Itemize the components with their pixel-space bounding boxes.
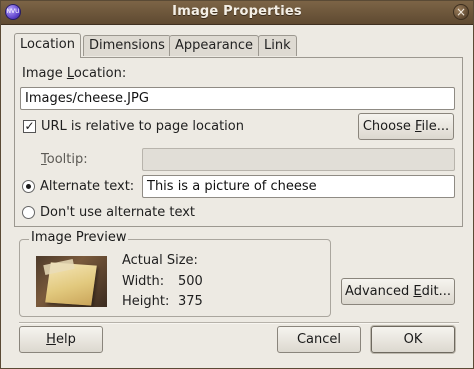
choose-file-button[interactable]: Choose File... (358, 113, 454, 140)
width-value: 500 (178, 274, 203, 289)
tooltip-label: Tooltip: (41, 152, 88, 167)
advanced-edit-button[interactable]: Advanced Edit... (341, 278, 455, 305)
image-location-label: Image Location: (22, 66, 127, 81)
close-icon[interactable]: × (453, 4, 469, 20)
tooltip-field[interactable] (142, 148, 455, 171)
no-alternate-text-label[interactable]: Don't use alternate text (40, 205, 195, 220)
tab-appearance[interactable]: Appearance (169, 35, 260, 56)
actual-size-label: Actual Size: (122, 253, 198, 268)
url-relative-label[interactable]: URL is relative to page location (41, 119, 244, 134)
height-value: 375 (178, 294, 203, 309)
image-preview-title: Image Preview (29, 230, 129, 245)
cancel-button[interactable]: Cancel (277, 326, 361, 353)
alternate-text-radio[interactable] (22, 180, 35, 193)
image-properties-dialog: NVU Image Properties × Location Dimensio… (0, 0, 474, 369)
no-alternate-text-radio[interactable] (22, 206, 35, 219)
tab-link[interactable]: Link (258, 35, 297, 56)
ok-button[interactable]: OK (371, 326, 455, 353)
tab-location[interactable]: Location (14, 33, 81, 58)
bottom-separator (19, 322, 459, 324)
image-location-field[interactable]: Images/cheese.JPG (20, 87, 455, 110)
height-label: Height: (122, 294, 170, 309)
alternate-text-label[interactable]: Alternate text: (40, 179, 134, 194)
tab-dimensions[interactable]: Dimensions (83, 35, 171, 56)
alternate-text-field[interactable]: This is a picture of cheese (142, 175, 455, 198)
window-title: Image Properties (172, 4, 302, 19)
url-relative-checkbox[interactable]: ✓ (23, 120, 36, 133)
help-button[interactable]: Help (19, 326, 103, 353)
title-bar[interactable]: NVU Image Properties × (1, 1, 473, 25)
image-preview-thumbnail (36, 256, 107, 307)
width-label: Width: (122, 274, 165, 289)
location-tab-panel (14, 57, 463, 227)
